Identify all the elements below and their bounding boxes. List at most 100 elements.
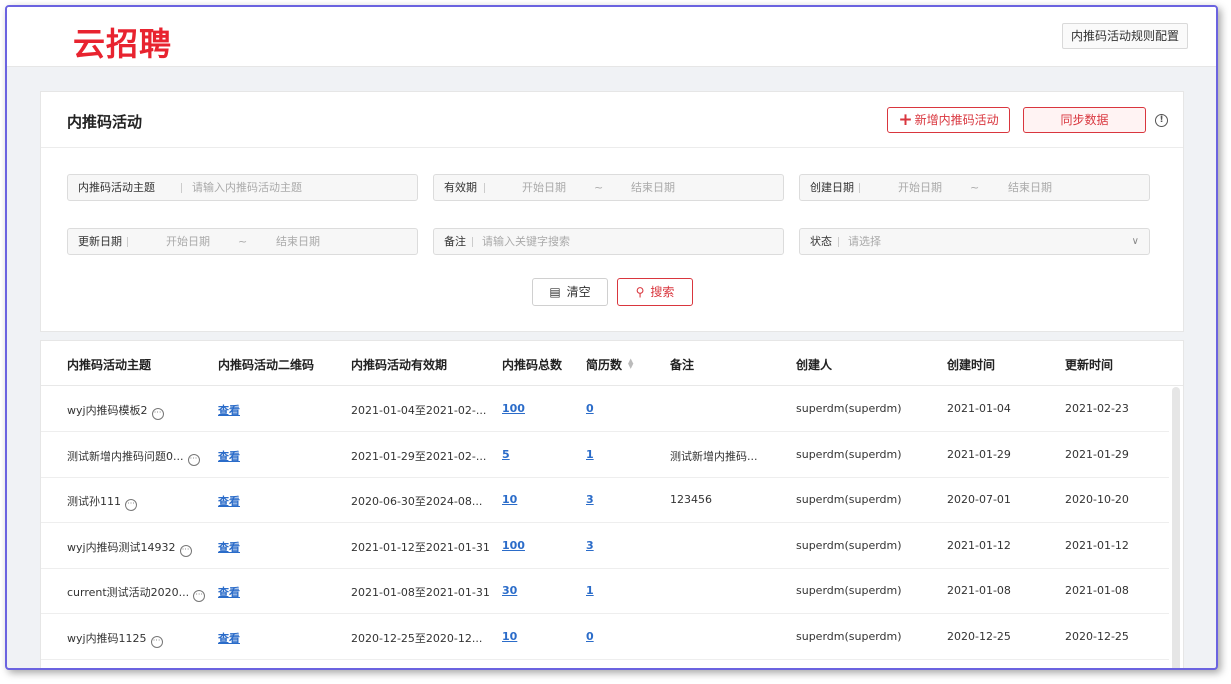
rule-config-button[interactable]: 内推码活动规则配置 <box>1061 23 1188 49</box>
cell-remark: 123456 <box>670 493 712 506</box>
cell-resumes[interactable]: 3 <box>586 539 594 552</box>
qrcode-link[interactable]: 查看 <box>218 586 240 599</box>
created-start-input[interactable]: 开始日期 <box>898 175 942 200</box>
validity-label: 有效期 <box>444 181 477 194</box>
updated-end-input[interactable]: 结束日期 <box>276 229 320 254</box>
cell-created: 2020-12-25 <box>947 630 1011 643</box>
scrollbar[interactable] <box>1172 387 1180 668</box>
qrcode-link[interactable]: 查看 <box>218 404 240 417</box>
creator-text: superdm(superdm) <box>796 538 902 552</box>
validity-field[interactable]: 有效期 开始日期 ~ 结束日期 <box>433 174 784 201</box>
resumes-link[interactable]: 3 <box>586 493 594 506</box>
validity-end-input[interactable]: 结束日期 <box>631 175 675 200</box>
cell-total[interactable]: 5 <box>502 448 510 461</box>
table-row: 测试孙111 ··· 查看 2020-06-30至2024-08... 10 3 12345… <box>41 478 1169 523</box>
search-button[interactable]: ⚲ 搜索 <box>617 278 693 306</box>
cell-created: 2021-01-12 <box>947 539 1011 552</box>
total-link[interactable]: 5 <box>502 448 510 461</box>
remark-text: 123456 <box>670 493 712 506</box>
updated-date-field[interactable]: 更新日期 开始日期 ~ 结束日期 <box>67 228 418 255</box>
clear-button[interactable]: ▤ 清空 <box>532 278 608 306</box>
sync-data-button[interactable]: 同步数据 <box>1023 107 1146 133</box>
updated-text: 2021-01-12 <box>1065 538 1129 552</box>
cell-total[interactable]: 100 <box>502 539 525 552</box>
col-updated: 更新时间 <box>1065 358 1114 372</box>
total-link[interactable]: 10 <box>502 493 517 506</box>
total-link[interactable]: 10 <box>502 630 517 643</box>
resumes-link[interactable]: 0 <box>586 630 594 643</box>
more-icon[interactable]: ··· <box>193 590 206 602</box>
col-qrcode: 内推码活动二维码 <box>218 358 315 372</box>
cell-qrcode[interactable]: 查看 <box>218 584 240 600</box>
resumes-link[interactable]: 0 <box>586 402 594 415</box>
more-icon[interactable]: ··· <box>179 544 192 557</box>
col-resumes[interactable]: 简历数 ▲ ▼ <box>586 356 633 373</box>
cell-validity: 2020-06-30至2024-08... <box>351 493 482 509</box>
remark-input[interactable]: 请输入关键字搜索 <box>482 229 570 254</box>
range-separator: ~ <box>970 181 980 194</box>
col-created: 创建时间 <box>947 358 996 372</box>
cell-qrcode[interactable]: 查看 <box>218 448 240 464</box>
resumes-link[interactable]: 1 <box>586 584 594 597</box>
more-icon[interactable]: ··· <box>150 635 163 648</box>
cell-qrcode[interactable]: 查看 <box>218 493 240 509</box>
resumes-link[interactable]: 3 <box>586 539 594 552</box>
cell-resumes[interactable]: 0 <box>586 402 594 415</box>
resumes-link[interactable]: 1 <box>586 448 594 461</box>
total-link[interactable]: 30 <box>502 584 517 597</box>
cell-subject: current测试活动2020... ··· <box>67 584 206 602</box>
subject-text: current测试活动2020... <box>67 586 190 599</box>
updated-start-input[interactable]: 开始日期 <box>166 229 210 254</box>
validity-start-input[interactable]: 开始日期 <box>522 175 566 200</box>
created-date-field[interactable]: 创建日期 开始日期 ~ 结束日期 <box>799 174 1150 201</box>
cell-total[interactable]: 100 <box>502 402 525 415</box>
more-icon[interactable]: ··· <box>187 453 200 466</box>
cell-resumes[interactable]: 1 <box>586 448 594 461</box>
subject-field[interactable]: 内推码活动主题 请输入内推码活动主题 <box>67 174 418 201</box>
info-icon[interactable]: ! <box>1155 114 1168 127</box>
updated-text: 2020-10-20 <box>1065 493 1129 506</box>
total-link[interactable]: 100 <box>502 402 525 415</box>
logo[interactable]: 云招聘 <box>73 19 172 65</box>
cell-creator: superdm(superdm) <box>796 584 902 597</box>
cell-resumes[interactable]: 3 <box>586 493 594 506</box>
more-icon[interactable]: ··· <box>125 499 137 511</box>
status-select[interactable]: 状态 请选择 ∨ <box>799 228 1150 255</box>
cell-validity: 2021-01-04至2021-02-... <box>351 402 486 418</box>
table-row: current测试活动2020... ··· 查看 2021-01-08至2021-0… <box>41 569 1169 614</box>
cell-qrcode[interactable]: 查看 <box>218 539 240 555</box>
table-row: wyj内推码测试14932 ··· 查看 2021-01-12至2021-01-31 1… <box>41 524 1169 569</box>
cell-total[interactable]: 30 <box>502 584 517 597</box>
cell-resumes[interactable]: 1 <box>586 584 594 597</box>
created-end-input[interactable]: 结束日期 <box>1008 175 1052 200</box>
more-icon[interactable]: ··· <box>151 408 164 420</box>
total-link[interactable]: 100 <box>502 539 525 552</box>
chevron-down-icon: ∨ <box>1131 236 1139 247</box>
add-activity-button[interactable]: + 新增内推码活动 <box>887 107 1010 133</box>
cell-qrcode[interactable]: 查看 <box>218 630 240 646</box>
qrcode-link[interactable]: 查看 <box>218 450 240 463</box>
divider <box>127 237 128 247</box>
plus-icon: + <box>898 110 913 130</box>
updated-text: 2020-12-25 <box>1065 629 1129 643</box>
updated-date-label: 更新日期 <box>78 235 122 248</box>
cell-created: 2021-01-04 <box>947 402 1011 415</box>
cell-creator: superdm(superdm) <box>796 448 902 461</box>
cell-total[interactable]: 10 <box>502 630 517 643</box>
qrcode-link[interactable]: 查看 <box>218 632 240 645</box>
subject-input[interactable]: 请输入内推码活动主题 <box>192 175 302 200</box>
divider <box>472 237 473 247</box>
cell-total[interactable]: 10 <box>502 493 517 506</box>
cell-qrcode[interactable]: 查看 <box>218 402 240 418</box>
cell-subject: wyj内推码模板2 ··· <box>67 402 164 420</box>
cell-validity: 2021-01-08至2021-01-31 <box>351 584 490 600</box>
qrcode-link[interactable]: 查看 <box>218 541 240 554</box>
cell-creator: superdm(superdm) <box>796 402 902 415</box>
created-text: 2020-07-01 <box>947 493 1011 506</box>
qrcode-link[interactable]: 查看 <box>218 495 240 508</box>
creator-text: superdm(superdm) <box>796 629 902 643</box>
cell-resumes[interactable]: 0 <box>586 630 594 643</box>
remark-field[interactable]: 备注 请输入关键字搜索 <box>433 228 784 255</box>
updated-text: 2021-01-29 <box>1065 447 1129 461</box>
sort-icon[interactable]: ▲ ▼ <box>628 358 633 370</box>
